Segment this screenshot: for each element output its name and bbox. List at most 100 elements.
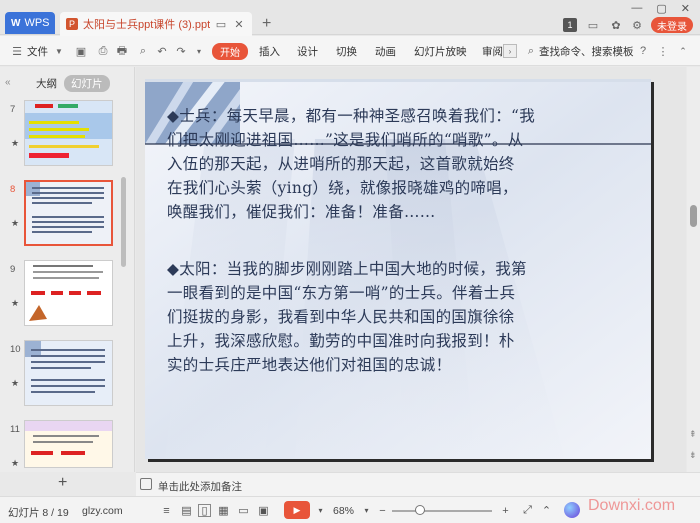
previous-slide-icon[interactable]: ⇞ [689, 429, 697, 440]
collapse-ribbon-icon[interactable]: ⌃ [676, 44, 690, 58]
login-button[interactable]: 未登录 [651, 17, 693, 33]
reading-view-icon[interactable]: ▭ [237, 504, 250, 517]
add-slide-icon[interactable]: + [58, 474, 67, 492]
document-tab[interactable]: P 太阳与士兵ppt课件 (3).pptx ▭ ✕ [60, 12, 252, 36]
tab-window-icon[interactable]: ▭ [214, 17, 228, 31]
ribbon-scroll-right-icon[interactable]: › [503, 44, 517, 58]
slide-thumbnail-row[interactable]: 8 ★ [0, 178, 120, 250]
save-icon[interactable]: ▣ [74, 44, 88, 58]
outline-view-icon[interactable]: ▣ [257, 504, 270, 517]
comment-icon[interactable]: ▤ [180, 504, 193, 517]
zoom-slider-knob[interactable] [415, 505, 425, 515]
slide-thumbnail[interactable] [24, 420, 113, 468]
settings-icon[interactable]: ⚙ [630, 18, 644, 32]
title-bar: W WPS P 太阳与士兵ppt课件 (3).pptx ▭ ✕ + — ▢ ✕ … [0, 0, 700, 36]
animation-star-icon: ★ [11, 138, 20, 148]
notes-bar[interactable]: 单击此处添加备注 [136, 472, 700, 496]
panel-scroll-thumb[interactable] [121, 177, 126, 267]
ai-assistant-icon[interactable] [564, 502, 580, 518]
zoom-dropdown-icon[interactable]: ▾ [360, 504, 373, 517]
slide-paragraph-soldier[interactable]: ◆士兵：每天早晨，都有一种神圣感召唤着我们：“我 们把太刚迎进祖国……”这是我们… [167, 104, 637, 224]
slide-number: 10 [10, 344, 21, 355]
slide-indicator: 幻灯片 8 / 19 [8, 507, 69, 519]
slide-thumbnail-row[interactable]: 9 ★ [0, 258, 120, 330]
help-icon[interactable]: ? [636, 44, 650, 58]
wps-logo-icon: W [11, 17, 21, 29]
canvas-scroll-thumb[interactable] [690, 205, 697, 227]
close-window-icon[interactable]: ✕ [681, 2, 690, 15]
zoom-slider-track[interactable] [392, 510, 492, 512]
slides-panel: « 大纲 幻灯片 7 ★ 8 ★ 9 ★ 10 ★ 11 ★ [0, 67, 135, 472]
notes-toggle-icon[interactable]: ≡ [160, 504, 173, 517]
document-title: 太阳与士兵ppt课件 (3).pptx [83, 19, 210, 31]
tab-transition[interactable]: 切换 [336, 44, 357, 59]
tab-insert[interactable]: 插入 [259, 44, 280, 59]
tab-design[interactable]: 设计 [297, 44, 318, 59]
new-tab-icon[interactable]: + [262, 15, 271, 33]
canvas-scrollbar[interactable]: ⇞ ⇟ [687, 67, 700, 472]
slide-thumbnail[interactable] [24, 340, 113, 406]
slide-thumbnail-row[interactable]: 11 ★ [0, 418, 120, 468]
panel-tabs: « 大纲 幻灯片 [0, 75, 135, 93]
slide-thumbnail[interactable] [24, 260, 113, 326]
account-badge[interactable]: 1 [563, 18, 577, 32]
play-options-icon[interactable]: ▾ [314, 504, 327, 517]
sorter-view-icon[interactable]: ▦ [217, 504, 230, 517]
maximize-icon[interactable]: ▢ [656, 2, 666, 15]
animation-star-icon: ★ [11, 218, 20, 228]
wps-label: WPS [24, 17, 50, 29]
slide-thumbnail-selected[interactable] [24, 180, 113, 246]
export-pdf-icon[interactable]: ⎙ [96, 44, 110, 58]
notes-placeholder[interactable]: 单击此处添加备注 [158, 479, 242, 494]
collapse-status-icon[interactable]: ⌃ [540, 504, 553, 517]
layout-icon[interactable]: ▭ [586, 18, 600, 32]
slide-number: 7 [10, 104, 16, 115]
search-icon: ⌕ [527, 44, 535, 57]
tab-start[interactable]: 开始 [212, 43, 248, 60]
slide-thumbnail-row[interactable]: 7 ★ [0, 98, 120, 170]
ribbon-menu: ☰ 文件 ▼ ▣ ⎙ 🖶 ⌕ ↶ ↷ ▾ 开始 插入 设计 切换 动画 幻灯片放… [0, 36, 700, 66]
print-preview-icon[interactable]: ⌕ [136, 44, 150, 58]
tab-review[interactable]: 审阅 [482, 44, 503, 59]
animation-star-icon: ★ [11, 298, 20, 308]
site-watermark: Downxi.com [588, 497, 676, 514]
paragraph-line: 入伍的那天起，从进哨所的那天起，这首歌就始终 [167, 155, 515, 173]
chevron-down-icon[interactable]: ▼ [52, 44, 66, 58]
print-icon[interactable]: 🖶 [115, 44, 129, 58]
zoom-in-icon[interactable]: + [499, 504, 512, 517]
slide-number: 8 [10, 184, 16, 195]
fit-window-icon[interactable]: ⤢ [521, 504, 534, 517]
tab-outline[interactable]: 大纲 [36, 76, 57, 91]
paragraph-line: 唤醒我们，催促我们：准备！准备…… [167, 203, 436, 221]
tab-close-icon[interactable]: ✕ [232, 17, 246, 31]
slide-paragraph-sun[interactable]: ◆太阳：当我的脚步刚刚踏上中国大地的时候，我第 一眼看到的是中国“东方第一哨”的… [167, 257, 637, 377]
redo-icon[interactable]: ↷ [174, 44, 188, 58]
current-slide[interactable]: ◆士兵：每天早晨，都有一种神圣感召唤着我们：“我 们把太刚迎进祖国……”这是我们… [145, 79, 651, 459]
slide-thumbnail[interactable] [24, 100, 113, 166]
zoom-out-icon[interactable]: − [376, 504, 389, 517]
tab-slides[interactable]: 幻灯片 [64, 75, 110, 92]
collapse-panel-icon[interactable]: « [5, 77, 11, 88]
normal-view-icon[interactable]: ▯ [198, 504, 211, 517]
file-menu[interactable]: 文件 [27, 44, 48, 59]
animation-star-icon: ★ [11, 378, 20, 388]
wps-home-tab[interactable]: W WPS [5, 12, 55, 34]
zoom-level[interactable]: 68% [333, 505, 354, 517]
menu-icon[interactable]: ☰ [10, 44, 24, 58]
panel-scrollbar[interactable] [120, 167, 126, 372]
paragraph-line: 在我们心头萦（ying）绕，就像报晓雄鸡的啼唱， [167, 179, 518, 197]
tab-slideshow[interactable]: 幻灯片放映 [414, 44, 467, 59]
paragraph-line: 上升，我深感欣慰。勤劳的中国准时向我报到！朴 [167, 332, 515, 350]
play-slideshow-button[interactable]: ▶ [284, 501, 310, 519]
more-chevron-icon[interactable]: ▾ [192, 44, 206, 58]
minimize-icon[interactable]: — [631, 2, 642, 15]
more-options-icon[interactable]: ⋮ [656, 44, 670, 58]
next-slide-icon[interactable]: ⇟ [689, 450, 697, 461]
theme-name: glzy.com [82, 505, 123, 517]
undo-icon[interactable]: ↶ [155, 44, 169, 58]
skin-icon[interactable]: ✿ [609, 18, 623, 32]
paragraph-line: ◆士兵：每天早晨，都有一种神圣感召唤着我们：“我 [167, 107, 536, 125]
tab-animation[interactable]: 动画 [375, 44, 396, 59]
command-search[interactable]: 查找命令、搜索模板 [539, 44, 634, 59]
slide-thumbnail-row[interactable]: 10 ★ [0, 338, 120, 410]
